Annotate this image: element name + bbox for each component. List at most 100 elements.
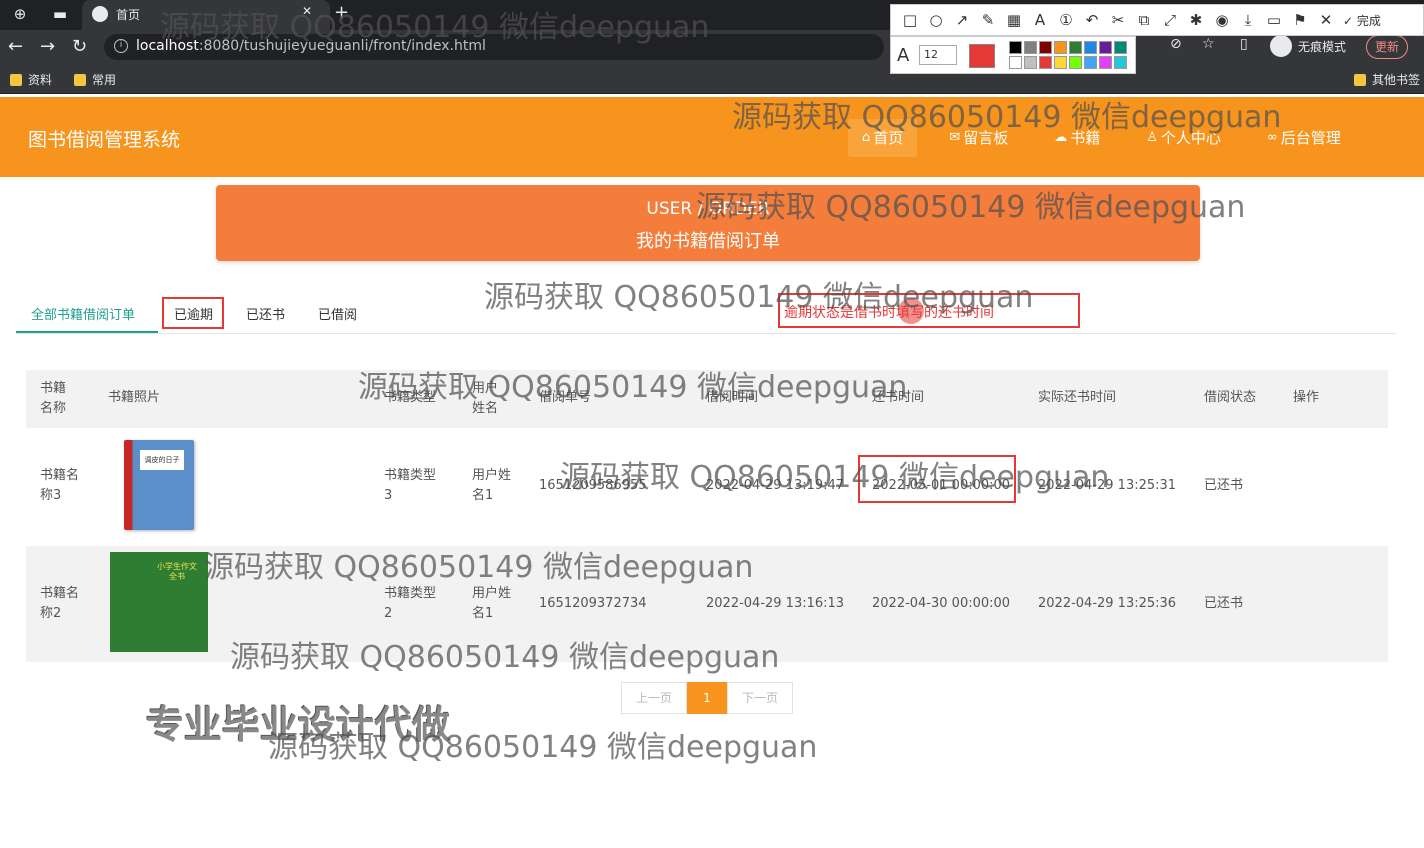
folder-icon bbox=[1354, 73, 1366, 86]
header-order-no: 借阅单号 bbox=[539, 390, 592, 405]
tab-all-orders[interactable]: 全部书籍借阅订单 bbox=[31, 304, 135, 323]
user-icon: ♙ bbox=[1146, 130, 1158, 145]
new-tab-icon[interactable]: + bbox=[334, 2, 349, 23]
annotation-properties: A 12 bbox=[890, 36, 1136, 74]
cell-book-name: 书籍名称3 bbox=[40, 468, 80, 503]
star-icon[interactable]: ☆ bbox=[1202, 36, 1215, 52]
tab-borrowed[interactable]: 已借阅 bbox=[318, 304, 357, 323]
arrow-icon[interactable]: ↗ bbox=[949, 11, 975, 29]
pagination: 上一页 1 下一页 bbox=[621, 682, 793, 714]
book-cover-image: 小学生作文全书 bbox=[110, 552, 208, 652]
banner-subtitle: USER / ORDER bbox=[646, 199, 770, 219]
annotation-box-overdue bbox=[162, 297, 224, 329]
header-return-time: 还书时间 bbox=[872, 390, 925, 405]
cell-book-type: 书籍类型3 bbox=[384, 468, 437, 503]
cell-return-time: 2022-04-30 00:00:00 bbox=[872, 596, 1011, 611]
fullscreen-icon[interactable]: ⤢ bbox=[1157, 11, 1183, 29]
url-text: localhost:8080/tushujieyueguanli/front/i… bbox=[136, 38, 486, 54]
close-tab-icon[interactable]: ✕ bbox=[302, 4, 312, 18]
page-banner: USER / ORDER 我的书籍借阅订单 bbox=[216, 185, 1200, 261]
header-book-type: 书籍类型 bbox=[384, 390, 437, 405]
bookmark-folder-1[interactable]: 资料 bbox=[10, 71, 52, 88]
table-row[interactable]: 书籍名称2 小学生作文全书 书籍类型2 用户姓名1 1651209372734 … bbox=[26, 546, 1388, 662]
translate-icon[interactable]: ⧉ bbox=[1131, 11, 1157, 29]
cell-user-name: 用户姓名1 bbox=[472, 468, 512, 503]
cursor-highlight bbox=[898, 298, 924, 324]
nav-admin[interactable]: ∞ 后台管理 bbox=[1253, 119, 1355, 157]
header-book-photo: 书籍照片 bbox=[108, 390, 161, 405]
cell-borrow-time: 2022-04-29 13:16:13 bbox=[706, 596, 845, 611]
current-color-swatch[interactable] bbox=[969, 44, 995, 68]
prev-page-button[interactable]: 上一页 bbox=[621, 682, 687, 714]
text-icon[interactable]: A bbox=[1027, 11, 1053, 29]
ellipse-icon[interactable]: ○ bbox=[923, 11, 949, 29]
annotation-box-return-time bbox=[858, 455, 1016, 503]
nav-books[interactable]: ☁ 书籍 bbox=[1040, 119, 1114, 157]
cell-book-name: 书籍名称2 bbox=[40, 586, 80, 621]
rectangle-icon[interactable]: □ bbox=[897, 11, 923, 29]
header-borrow-time: 借阅时间 bbox=[706, 390, 759, 405]
browser-menu-icon[interactable]: ⊕ bbox=[10, 4, 30, 24]
pencil-icon[interactable]: ✎ bbox=[975, 11, 1001, 29]
tab-returned[interactable]: 已还书 bbox=[246, 304, 285, 323]
active-tab-underline bbox=[16, 331, 158, 333]
back-icon[interactable]: ← bbox=[8, 36, 23, 57]
download-icon[interactable]: ⤓ bbox=[1235, 11, 1261, 29]
cell-status: 已还书 bbox=[1204, 596, 1244, 611]
forward-icon[interactable]: → bbox=[40, 36, 55, 57]
table-header: 书籍名称 书籍照片 书籍类型 用户姓名 借阅单号 借阅时间 还书时间 实际还书时… bbox=[26, 370, 1388, 428]
cell-order-no: 1651209372734 bbox=[539, 596, 647, 611]
mosaic-icon[interactable]: ▦ bbox=[1001, 11, 1027, 29]
nav-home[interactable]: ⌂ 首页 bbox=[848, 119, 918, 157]
incognito-icon bbox=[1270, 35, 1292, 57]
site-info-icon[interactable]: i bbox=[114, 39, 128, 53]
undo-icon[interactable]: ↶ bbox=[1079, 11, 1105, 29]
window-icon[interactable]: ▬ bbox=[50, 4, 70, 24]
annotation-note: 逾期状态是借书时填写的还书时间 bbox=[784, 305, 994, 321]
pin-icon[interactable]: ✱ bbox=[1183, 11, 1209, 29]
header-book-name: 书籍名称 bbox=[40, 381, 67, 416]
color-palette[interactable] bbox=[1009, 41, 1127, 69]
cell-actual-return: 2022-04-29 13:25:31 bbox=[1038, 478, 1177, 493]
incognito-indicator[interactable]: 无痕模式 bbox=[1270, 35, 1346, 57]
phone-icon[interactable]: ▭ bbox=[1261, 11, 1287, 29]
cancel-icon[interactable]: ✕ bbox=[1313, 11, 1339, 29]
book-cover-image: 调皮的日子 bbox=[124, 440, 194, 530]
next-page-button[interactable]: 下一页 bbox=[727, 682, 793, 714]
mail-icon: ✉ bbox=[949, 130, 961, 145]
promo-text: 专业毕业设计代做 bbox=[146, 703, 451, 747]
header-user-name: 用户姓名 bbox=[472, 381, 499, 416]
bookmark-icon[interactable]: ⚑ bbox=[1287, 11, 1313, 29]
browser-tab[interactable]: 首页 ✕ bbox=[82, 0, 330, 30]
url-input[interactable]: i localhost:8080/tushujieyueguanli/front… bbox=[104, 34, 884, 60]
page-1-button[interactable]: 1 bbox=[687, 682, 727, 714]
side-panel-icon[interactable]: ▯ bbox=[1240, 36, 1248, 52]
tab-title: 首页 bbox=[116, 8, 141, 22]
site-header: 图书借阅管理系统 ⌂ 首页 ✉ 留言板 ☁ 书籍 ♙ 个人中心 ∞ 后台管理 bbox=[0, 97, 1424, 177]
done-button[interactable]: ✓ 完成 bbox=[1343, 12, 1381, 29]
header-status: 借阅状态 bbox=[1204, 390, 1257, 405]
cut-icon[interactable]: ✂ bbox=[1105, 11, 1131, 29]
other-bookmarks[interactable]: 其他书签 bbox=[1354, 71, 1420, 88]
record-icon[interactable]: ◉ bbox=[1209, 11, 1235, 29]
header-actions: 操作 bbox=[1293, 390, 1320, 405]
tracking-icon[interactable]: ⊘ bbox=[1170, 36, 1182, 52]
table-row[interactable]: 书籍名称3 调皮的日子 书籍类型3 用户姓名1 1651209586955 20… bbox=[26, 428, 1388, 544]
number-icon[interactable]: ① bbox=[1053, 11, 1079, 29]
cell-status: 已还书 bbox=[1204, 478, 1244, 493]
incognito-label: 无痕模式 bbox=[1298, 39, 1347, 54]
font-icon: A bbox=[897, 45, 910, 66]
reload-icon[interactable]: ↻ bbox=[72, 36, 87, 57]
bookmark-folder-2[interactable]: 常用 bbox=[74, 71, 116, 88]
nav-personal-center[interactable]: ♙ 个人中心 bbox=[1132, 119, 1235, 157]
cell-actual-return: 2022-04-29 13:25:36 bbox=[1038, 596, 1177, 611]
update-button[interactable]: 更新 bbox=[1366, 35, 1409, 59]
header-actual-return: 实际还书时间 bbox=[1038, 390, 1117, 405]
folder-icon bbox=[74, 73, 86, 86]
bookmarks-bar: 资料 常用 其他书签 bbox=[0, 64, 1424, 94]
nav-message-board[interactable]: ✉ 留言板 bbox=[935, 119, 1022, 157]
font-size-select[interactable]: 12 bbox=[919, 45, 957, 65]
folder-icon bbox=[10, 73, 22, 86]
banner-title: 我的书籍借阅订单 bbox=[636, 231, 780, 252]
link-icon: ∞ bbox=[1266, 130, 1278, 145]
